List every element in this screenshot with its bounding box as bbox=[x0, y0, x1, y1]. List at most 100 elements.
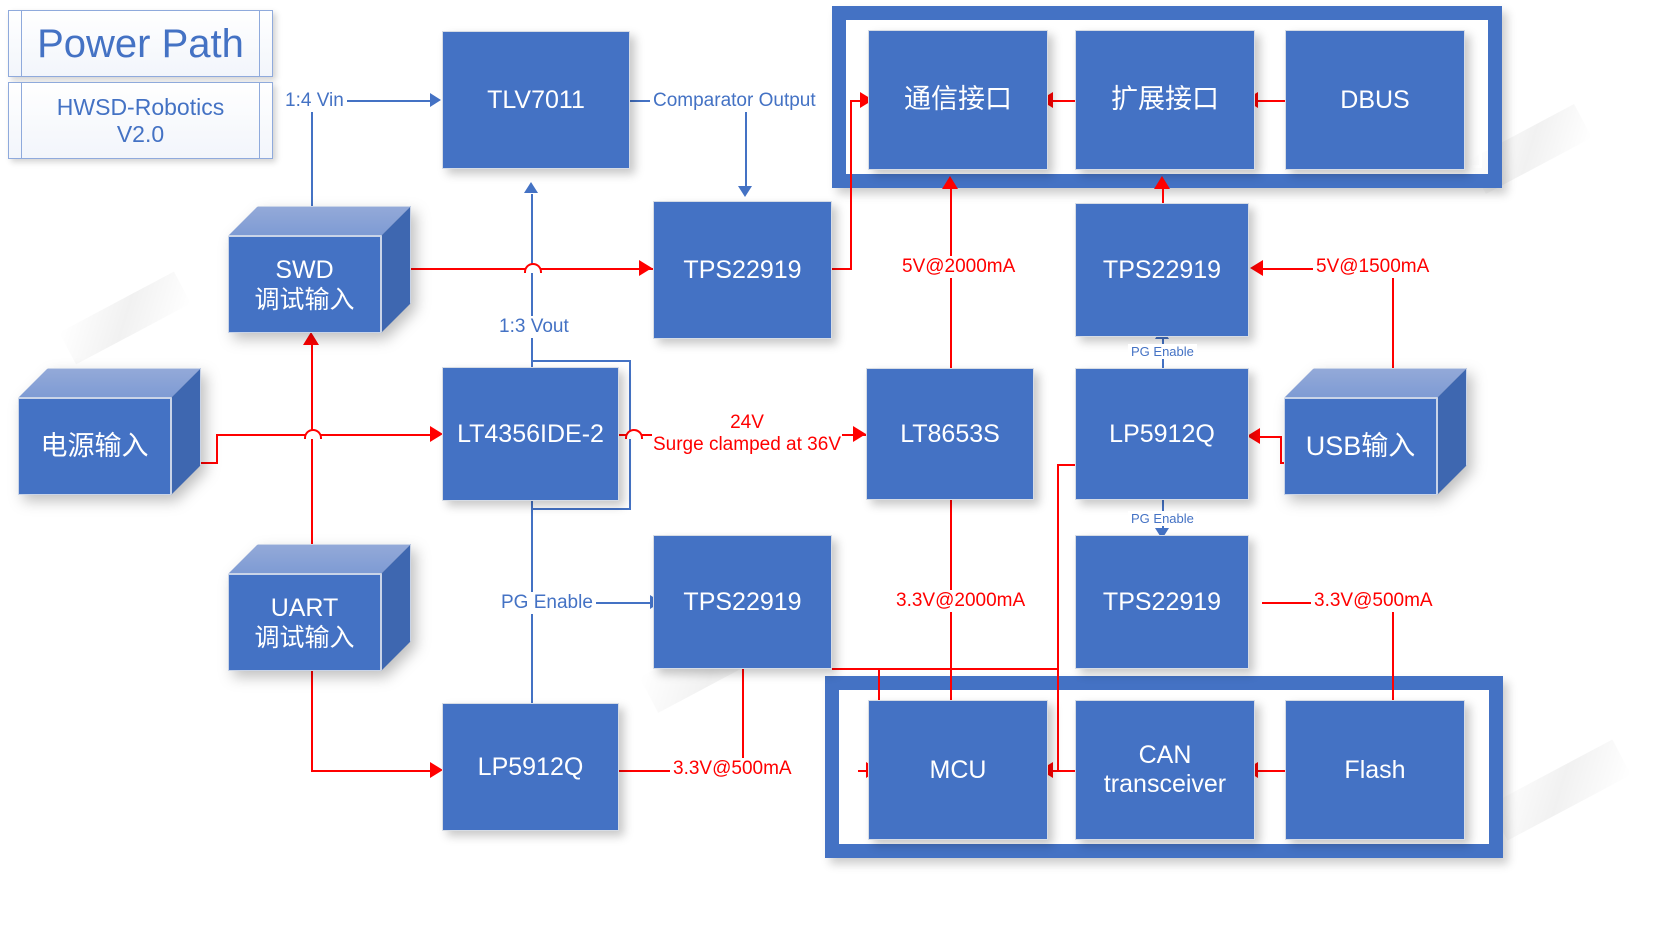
wire-5v-2000-riser bbox=[950, 188, 952, 370]
subtitle-rail-right bbox=[259, 83, 260, 158]
wire-vin-to-tlv7011 bbox=[338, 100, 436, 102]
block-expansion-interface-label: 扩展接口 bbox=[1111, 84, 1219, 115]
label-vout-ratio: 1:3 Vout bbox=[496, 316, 572, 338]
wire-pg-enable-left-riser bbox=[531, 508, 533, 720]
wire-usb-riser bbox=[1280, 436, 1282, 464]
cube-usb-front-face: USB输入 bbox=[1284, 398, 1437, 495]
cube-swd-debug-input[interactable]: SWD 调试输入 bbox=[228, 206, 411, 333]
label-pg-enable-right-top: PG Enable bbox=[1128, 344, 1197, 359]
subtitle-line-2: V2.0 bbox=[116, 120, 165, 147]
cube-swd-front-face: SWD 调试输入 bbox=[228, 236, 381, 333]
cube-power-front-face: 电源输入 bbox=[18, 398, 171, 495]
block-mcu[interactable]: MCU bbox=[868, 700, 1048, 840]
page-title: Power Path bbox=[37, 21, 244, 66]
label-rail-5v-2000: 5V@2000mA bbox=[899, 256, 1019, 278]
subtitle-line-1: HWSD-Robotics bbox=[56, 94, 225, 121]
block-flash-label: Flash bbox=[1344, 755, 1406, 784]
cube-uart-debug-input[interactable]: UART 调试输入 bbox=[228, 544, 411, 671]
wire-hop-swd bbox=[524, 263, 542, 273]
wire-hop-spine bbox=[304, 429, 322, 439]
wire-lp5912q-bottom-out bbox=[618, 770, 670, 772]
wire-tps-top-riser bbox=[850, 100, 852, 270]
arrow-into-expansion-interface bbox=[1154, 176, 1170, 189]
label-rail-33v-500-bottom: 3.3V@500mA bbox=[670, 758, 795, 780]
wire-tps-top-out bbox=[832, 268, 852, 270]
wire-lp5912q-right-feed bbox=[1057, 464, 1059, 772]
wire-spine-to-swd bbox=[311, 344, 313, 436]
block-tps22919-bottom-label: TPS22919 bbox=[683, 587, 802, 616]
block-tps22919-right-top-label: TPS22919 bbox=[1102, 255, 1222, 284]
block-dbus-label: DBUS bbox=[1340, 85, 1410, 114]
wire-vout-top-run bbox=[531, 360, 631, 362]
block-lp5912q-bottom[interactable]: LP5912Q bbox=[442, 703, 619, 831]
label-surge-voltage: 24V bbox=[730, 412, 764, 433]
arrow-into-swd bbox=[303, 332, 319, 345]
cube-power-input[interactable]: 电源输入 bbox=[18, 368, 201, 495]
title-rail-left bbox=[21, 11, 22, 76]
block-dbus[interactable]: DBUS bbox=[1285, 30, 1465, 170]
block-lt8653s-label: LT8653S bbox=[900, 419, 1000, 448]
block-tps22919-top-label: TPS22919 bbox=[683, 255, 802, 284]
wire-33v-500-bottom-riser bbox=[742, 668, 744, 772]
wire-comparator-drop bbox=[745, 100, 747, 190]
block-lt4356ide2-label: LT4356IDE-2 bbox=[457, 419, 604, 448]
wire-tps-bottom-out bbox=[832, 668, 878, 670]
label-pg-enable-right-bottom: PG Enable bbox=[1128, 511, 1197, 526]
cube-power-label: 电源输入 bbox=[40, 431, 149, 462]
arrow-into-tlv7011 bbox=[430, 93, 441, 107]
block-tps22919-bottom[interactable]: TPS22919 bbox=[653, 535, 832, 669]
wire-vout-bottom-run bbox=[531, 508, 631, 510]
wire-lp5912q-right-in bbox=[1057, 464, 1075, 466]
cube-usb-input[interactable]: USB输入 bbox=[1284, 368, 1467, 495]
label-surge-clamp: Surge clamped at 36V bbox=[652, 433, 841, 455]
cube-uart-line1: UART bbox=[270, 593, 339, 622]
wire-hop-lt4356-out bbox=[625, 429, 643, 439]
block-tps22919-right-bottom[interactable]: TPS22919 bbox=[1075, 535, 1249, 669]
block-lt4356ide2[interactable]: LT4356IDE-2 bbox=[442, 367, 619, 501]
block-flash[interactable]: Flash bbox=[1285, 700, 1465, 840]
block-tps22919-top[interactable]: TPS22919 bbox=[653, 201, 832, 339]
power-path-diagram: Power Path HWSD-Robotics V2.0 TLV7011 TP… bbox=[0, 0, 1668, 926]
block-expansion-interface[interactable]: 扩展接口 bbox=[1075, 30, 1255, 170]
label-rail-5v-1500: 5V@1500mA bbox=[1313, 256, 1433, 278]
wire-powerin-to-lt4356 bbox=[216, 434, 432, 436]
cube-uart-front-face: UART 调试输入 bbox=[228, 574, 381, 671]
block-comm-interface-label: 通信接口 bbox=[904, 84, 1012, 115]
cube-swd-line2: 调试输入 bbox=[254, 285, 355, 314]
label-rail-33v-2000: 3.3V@2000mA bbox=[893, 590, 1029, 612]
label-pg-enable-left: PG Enable bbox=[498, 592, 596, 614]
label-vin-ratio: 1:4 Vin bbox=[282, 90, 347, 112]
wire-to-lp5912q-bottom bbox=[311, 770, 433, 772]
wire-usb-to-lp5912q bbox=[1258, 436, 1282, 438]
arrow-vout-into-tlv7011 bbox=[524, 182, 538, 193]
arrow-5v-1500-into-tps22919 bbox=[1250, 260, 1263, 276]
block-mcu-label: MCU bbox=[929, 755, 987, 784]
subtitle-rail-left bbox=[21, 83, 22, 158]
block-tps22919-right-top[interactable]: TPS22919 bbox=[1075, 203, 1249, 337]
block-lp5912q-right[interactable]: LP5912Q bbox=[1075, 368, 1249, 500]
block-can-transceiver-line1: CAN bbox=[1138, 741, 1192, 770]
block-comm-interface[interactable]: 通信接口 bbox=[868, 30, 1048, 170]
block-lp5912q-right-label: LP5912Q bbox=[1109, 419, 1215, 448]
cube-uart-line2: 调试输入 bbox=[254, 623, 355, 652]
block-tlv7011[interactable]: TLV7011 bbox=[442, 31, 630, 169]
block-can-transceiver-text: CAN transceiver bbox=[1104, 741, 1226, 799]
cube-power-top-face bbox=[18, 368, 201, 398]
cube-uart-top-face bbox=[228, 544, 411, 574]
diagram-title-card: Power Path bbox=[8, 10, 273, 77]
wire-bottom-left-run bbox=[878, 668, 1058, 670]
arrow-comparator-into-tps22919 bbox=[738, 186, 752, 197]
block-tps22919-right-bottom-label: TPS22919 bbox=[1102, 587, 1222, 616]
wire-uart-spine-down bbox=[311, 660, 313, 770]
arrow-5v-2000-into-top-group bbox=[942, 176, 958, 189]
block-tlv7011-label: TLV7011 bbox=[487, 85, 585, 114]
diagram-subtitle: HWSD-Robotics V2.0 bbox=[57, 94, 224, 147]
background-streak bbox=[59, 271, 191, 365]
wire-powerin-riser bbox=[216, 434, 218, 464]
block-lt8653s[interactable]: LT8653S bbox=[866, 368, 1034, 500]
diagram-subtitle-card: HWSD-Robotics V2.0 bbox=[8, 82, 273, 159]
label-comparator-output: Comparator Output bbox=[650, 90, 819, 112]
block-can-transceiver[interactable]: CAN transceiver bbox=[1075, 700, 1255, 840]
title-rail-right bbox=[259, 11, 260, 76]
wire-33v-500-right-out bbox=[1262, 602, 1318, 604]
